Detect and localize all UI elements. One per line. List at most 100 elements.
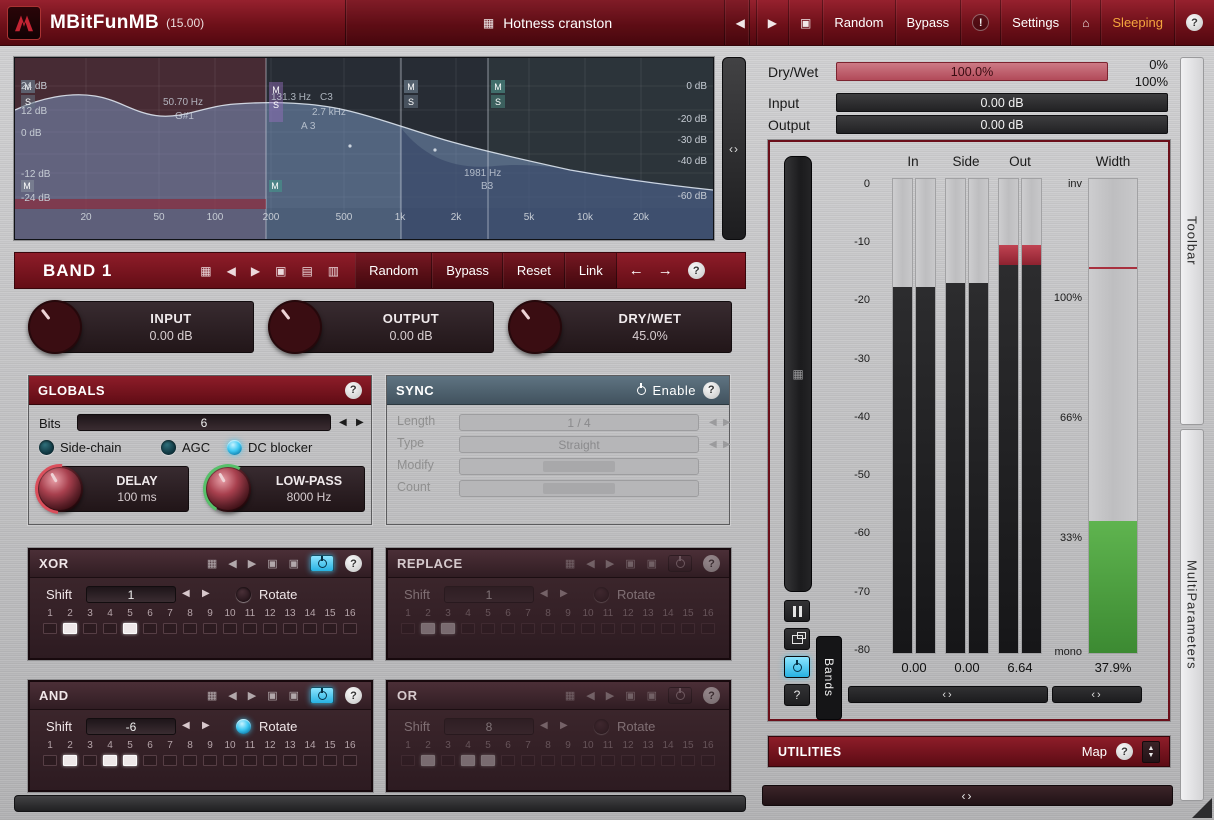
image-icon[interactable]: ▣: [267, 557, 277, 570]
bit-checkbox[interactable]: [561, 755, 575, 766]
bit-checkbox[interactable]: [83, 755, 97, 766]
input-gain-slider[interactable]: 0.00 dB: [836, 93, 1168, 112]
and-power-button[interactable]: [310, 687, 334, 704]
bit-checkbox[interactable]: [203, 623, 217, 634]
next-arrow-icon[interactable]: ▶: [606, 689, 614, 702]
meter-scrollbar[interactable]: ‹›: [848, 686, 1048, 703]
bit-checkbox[interactable]: [243, 623, 257, 634]
graph-zoom-scrollbar[interactable]: ‹›: [722, 57, 746, 240]
utilities-spinner[interactable]: ▲▼: [1142, 741, 1160, 763]
drywet-knob[interactable]: [508, 300, 562, 354]
image-icon[interactable]: ▣: [275, 264, 286, 278]
bit-checkbox[interactable]: [303, 755, 317, 766]
grid-icon[interactable]: ▦: [565, 557, 575, 570]
collapsed-bottom-panel[interactable]: [14, 795, 746, 812]
bit-checkbox[interactable]: [601, 623, 615, 634]
xor-shift-slider[interactable]: 1: [86, 586, 176, 603]
power-icon[interactable]: [637, 386, 646, 395]
bit-checkbox[interactable]: [223, 623, 237, 634]
input-knob[interactable]: [28, 300, 82, 354]
bypass-button[interactable]: Bypass: [895, 0, 961, 45]
bit-checkbox[interactable]: [521, 623, 535, 634]
bit-checkbox[interactable]: [123, 755, 137, 766]
bits-decrement-icon[interactable]: ◀: [339, 414, 347, 431]
lowpass-knob[interactable]: [205, 466, 251, 512]
meter-pause-button[interactable]: [784, 600, 810, 622]
bit-checkbox[interactable]: [123, 623, 137, 634]
settings-button[interactable]: Settings: [1000, 0, 1070, 45]
and-rotate-radio[interactable]: [236, 719, 251, 734]
prev-arrow-icon[interactable]: ◀: [227, 264, 236, 278]
bit-checkbox[interactable]: [621, 623, 635, 634]
meter-popup-button[interactable]: [784, 628, 810, 650]
bit-checkbox[interactable]: [481, 623, 495, 634]
prev-arrow-icon[interactable]: ◀: [228, 557, 236, 570]
and-help-icon[interactable]: ?: [345, 687, 362, 704]
grid-icon[interactable]: ▦: [565, 689, 575, 702]
decrement-icon[interactable]: ◀: [709, 436, 717, 453]
bit-checkbox[interactable]: [581, 623, 595, 634]
bit-checkbox[interactable]: [401, 755, 415, 766]
bit-checkbox[interactable]: [283, 623, 297, 634]
bit-checkbox[interactable]: [183, 623, 197, 634]
or-shift-slider[interactable]: 8: [444, 718, 534, 735]
sleeping-button[interactable]: Sleeping: [1100, 0, 1174, 45]
bit-checkbox[interactable]: [323, 623, 337, 634]
sync-modify-slider[interactable]: [459, 458, 699, 475]
bit-checkbox[interactable]: [143, 755, 157, 766]
or-rotate-radio[interactable]: [594, 719, 609, 734]
bit-checkbox[interactable]: [283, 755, 297, 766]
copy-settings-icon[interactable]: ▤: [301, 264, 312, 278]
increment-icon[interactable]: ▶: [560, 720, 568, 731]
band-reset-button[interactable]: Reset: [503, 253, 565, 288]
decrement-icon[interactable]: ◀: [540, 720, 548, 731]
random-button[interactable]: Random: [822, 0, 894, 45]
bit-checkbox[interactable]: [343, 623, 357, 634]
multiparameters-tab[interactable]: MultiParameters: [1180, 429, 1204, 801]
increment-icon[interactable]: ▶: [723, 436, 731, 453]
bit-checkbox[interactable]: [701, 623, 715, 634]
paste-settings-icon[interactable]: ▥: [328, 264, 339, 278]
agc-checkbox[interactable]: AGC: [161, 440, 210, 455]
left-arrow-icon[interactable]: ←: [629, 262, 644, 279]
bit-checkbox[interactable]: [401, 623, 415, 634]
and-shift-slider[interactable]: -6: [86, 718, 176, 735]
right-arrow-icon[interactable]: →: [658, 262, 673, 279]
bit-checkbox[interactable]: [43, 755, 57, 766]
bit-checkbox[interactable]: [263, 623, 277, 634]
bit-checkbox[interactable]: [183, 755, 197, 766]
bit-checkbox[interactable]: [541, 755, 555, 766]
bit-checkbox[interactable]: [521, 755, 535, 766]
or-help-icon[interactable]: ?: [703, 687, 720, 704]
globals-help-icon[interactable]: ?: [345, 382, 362, 399]
decrement-icon[interactable]: ◀: [182, 720, 190, 731]
sync-help-icon[interactable]: ?: [703, 382, 720, 399]
bit-checkbox[interactable]: [561, 623, 575, 634]
bit-checkbox[interactable]: [83, 623, 97, 634]
decrement-icon[interactable]: ◀: [709, 414, 717, 431]
prev-arrow-icon[interactable]: ◀: [228, 689, 236, 702]
bit-checkbox[interactable]: [103, 623, 117, 634]
replace-shift-slider[interactable]: 1: [444, 586, 534, 603]
meter-help-button[interactable]: ?: [784, 684, 810, 706]
prev-arrow-icon[interactable]: ◀: [586, 689, 594, 702]
prev-arrow-icon[interactable]: ◀: [586, 557, 594, 570]
melda-logo-icon[interactable]: [7, 6, 41, 40]
grid-icon[interactable]: ▦: [207, 689, 217, 702]
drywet-global-slider[interactable]: 100.0%: [836, 62, 1108, 81]
grid-icon[interactable]: ▦: [207, 557, 217, 570]
bit-checkbox[interactable]: [421, 755, 435, 766]
resize-grip[interactable]: [1192, 798, 1212, 818]
sync-type-value[interactable]: Straight: [459, 436, 699, 453]
next-arrow-icon[interactable]: ▶: [248, 557, 256, 570]
increment-icon[interactable]: ▶: [560, 588, 568, 599]
bottom-scrollbar[interactable]: ‹›: [762, 785, 1173, 806]
sync-length-value[interactable]: 1 / 4: [459, 414, 699, 431]
bit-checkbox[interactable]: [63, 755, 77, 766]
band-help-icon[interactable]: ?: [688, 262, 705, 279]
bit-checkbox[interactable]: [621, 755, 635, 766]
bit-checkbox[interactable]: [641, 623, 655, 634]
image-icon[interactable]: ▣: [289, 689, 299, 702]
bit-checkbox[interactable]: [263, 755, 277, 766]
output-knob[interactable]: [268, 300, 322, 354]
